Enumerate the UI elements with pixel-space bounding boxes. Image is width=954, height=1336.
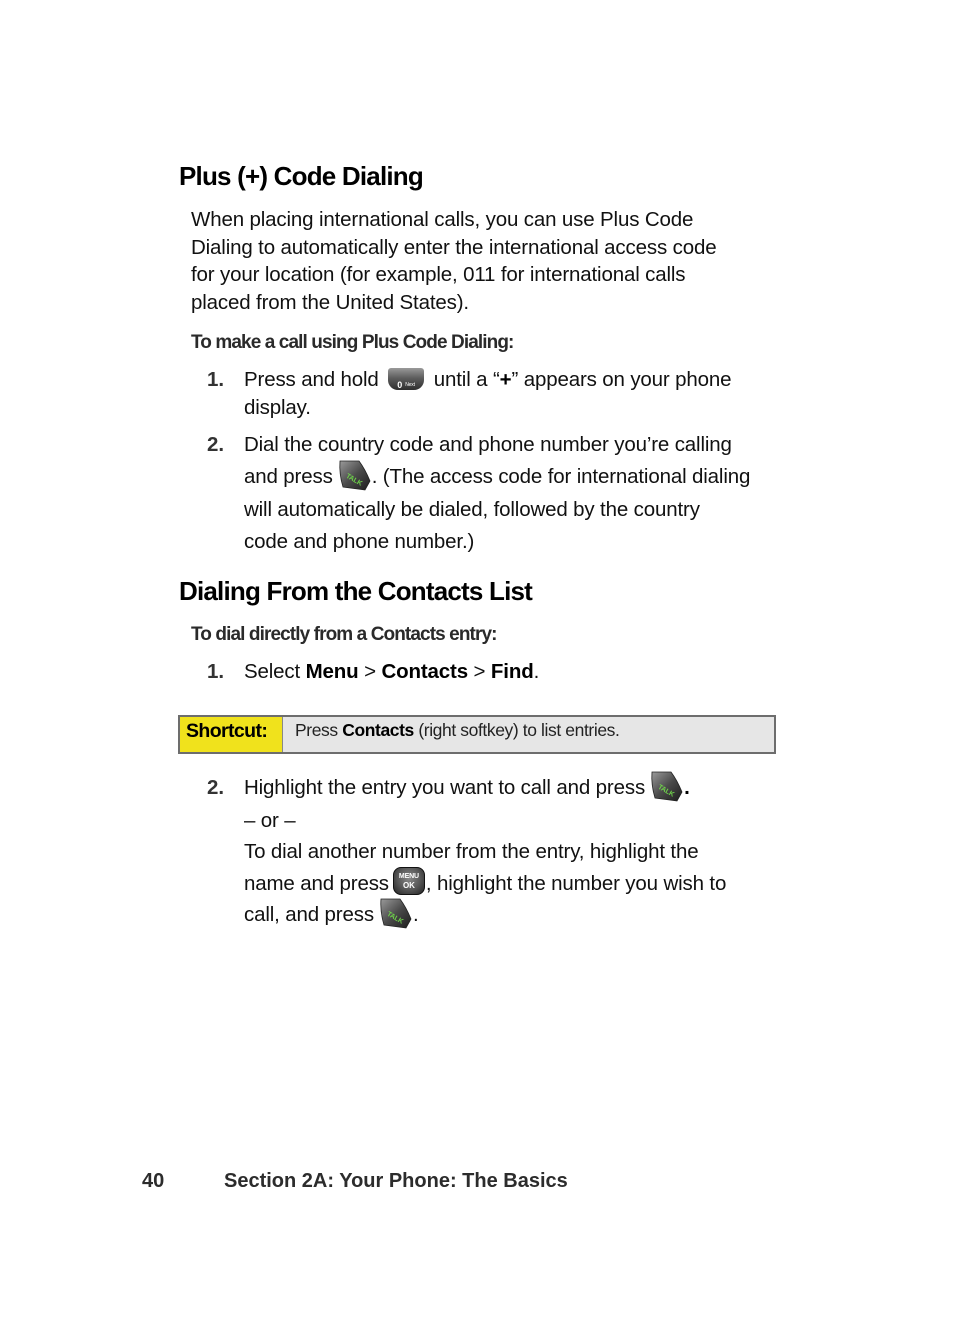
step-text: display.	[244, 395, 311, 419]
section-heading-dialing-from-contacts: Dialing From the Contacts List	[179, 576, 533, 606]
plus-symbol: +	[499, 368, 512, 391]
step-text: until a “	[433, 368, 500, 391]
step-text: . (The access code for international dia…	[371, 465, 751, 488]
step-number: 1.	[207, 660, 225, 683]
section-heading-plus-code-dialing: Plus (+) Code Dialing	[179, 161, 424, 191]
step-number: 2.	[207, 433, 225, 456]
step-text: Dial the country code and phone number y…	[244, 433, 732, 456]
zero-next-key-icon: 0 Next	[388, 367, 425, 390]
shortcut-callout: Shortcut: Press Contacts (right softkey)…	[178, 715, 776, 754]
key-label: 0	[397, 379, 403, 390]
manual-page: Plus (+) Code Dialing When placing inter…	[0, 0, 954, 1336]
or-separator: – or –	[244, 808, 296, 832]
intro-paragraph: When placing international calls, you ca…	[191, 206, 791, 316]
step-text: To dial another number from the entry, h…	[244, 840, 699, 864]
step-text: call, and press	[244, 903, 374, 927]
step-text: Press and hold	[244, 368, 379, 391]
intro-line: placed from the United States).	[191, 290, 469, 314]
procedure-subheading: To make a call using Plus Code Dialing:	[191, 332, 514, 353]
step-text: , highlight the number you wish to	[425, 871, 727, 895]
procedure-subheading: To dial directly from a Contacts entry:	[191, 624, 497, 645]
talk-key-icon: TALK	[378, 897, 412, 929]
step-number: 1.	[207, 368, 225, 391]
step-text: .	[533, 660, 540, 683]
talk-key-icon: TALK	[649, 770, 683, 802]
path-separator: >	[468, 660, 491, 683]
step-number: 2.	[207, 776, 225, 799]
key-label: OK	[403, 881, 415, 891]
footer-section-title: Section 2A: Your Phone: The Basics	[224, 1170, 568, 1192]
key-label: MENU	[398, 873, 419, 881]
menu-path-contacts: Contacts	[381, 660, 468, 683]
page-number: 40	[142, 1170, 165, 1192]
step-text: .	[412, 903, 419, 927]
key-sublabel: Next	[405, 381, 415, 388]
step-text: Select	[244, 660, 306, 683]
step-text: and press	[244, 465, 333, 488]
menu-ok-key-icon: MENU OK	[392, 867, 425, 896]
menu-path-menu: Menu	[305, 660, 359, 683]
step-body: Select Menu > Contacts > Find.	[244, 658, 794, 685]
step-text: .	[684, 776, 690, 799]
step-text: name and press	[244, 871, 389, 895]
talk-key-icon: TALK	[337, 459, 371, 491]
path-separator: >	[358, 660, 382, 683]
step-text: will automatically be dialed, followed b…	[244, 497, 700, 521]
shortcut-label: Shortcut:	[180, 717, 283, 752]
shortcut-text: Press Contacts (right softkey) to list e…	[283, 717, 620, 752]
step-body: Dial the country code and phone number y…	[244, 429, 794, 558]
shortcut-text-part: Press	[295, 720, 343, 740]
step-text: code and phone number.)	[244, 529, 475, 553]
intro-line: When placing international calls, you ca…	[191, 208, 694, 231]
step-text: Highlight the entry you want to call and…	[244, 776, 646, 799]
shortcut-text-part: (right softkey) to list entries.	[413, 720, 620, 740]
shortcut-contacts-softkey: Contacts	[342, 720, 414, 740]
intro-line: for your location (for example, 011 for …	[191, 263, 686, 287]
step-body: Highlight the entry you want to call and…	[244, 770, 794, 932]
intro-line: Dialing to automatically enter the inter…	[191, 235, 717, 259]
step-body: Press and hold 0 Next until a “+” appear…	[244, 366, 794, 421]
menu-path-find: Find	[490, 660, 534, 683]
step-text: ” appears on your phone	[511, 368, 732, 391]
